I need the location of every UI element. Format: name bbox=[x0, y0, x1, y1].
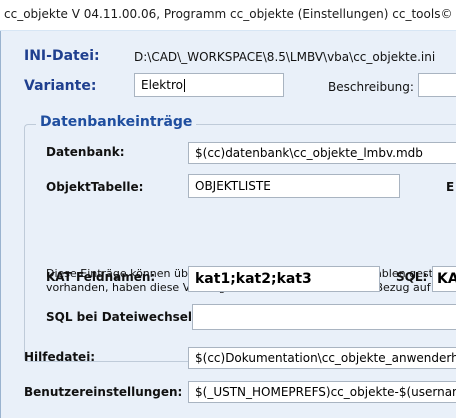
sql-input[interactable]: KA bbox=[432, 266, 456, 292]
ini-file-path: D:\CAD\_WORKSPACE\8.5\LMBV\vba\cc_objekt… bbox=[134, 50, 436, 64]
sql-value: KA bbox=[437, 271, 456, 287]
kat-feldnamen-value: kat1;kat2;kat3 bbox=[195, 271, 312, 287]
variante-label: Variante: bbox=[24, 78, 97, 94]
benutzereinstellungen-input[interactable]: $(_USTN_HOMEPREFS)cc_objekte-$(username bbox=[188, 381, 456, 403]
benutzereinstellungen-label: Benutzereinstellungen: bbox=[24, 385, 183, 399]
kat-feldnamen-label: KAT Feldnamen: bbox=[46, 270, 156, 284]
hilfedatei-input[interactable]: $(cc)Dokumentation\cc_objekte_anwenderha… bbox=[188, 347, 456, 369]
datenbank-input[interactable]: $(cc)datenbank\cc_objekte_lmbv.mdb bbox=[188, 142, 456, 164]
variante-input[interactable]: Elektro bbox=[134, 73, 284, 97]
ini-file-label: INI-Datei: bbox=[24, 48, 100, 64]
sql-label: SQL: bbox=[396, 270, 428, 284]
e-label: E bbox=[446, 180, 455, 194]
objekttabelle-input[interactable]: OBJEKTLISTE bbox=[188, 174, 400, 198]
title-bar[interactable]: cc_objekte V 04.11.00.06, Programm cc_ob… bbox=[0, 0, 456, 31]
sql-dateiwechsel-label: SQL bei Dateiwechsel: bbox=[46, 310, 197, 324]
hilfedatei-value: $(cc)Dokumentation\cc_objekte_anwenderha… bbox=[195, 351, 456, 365]
kat-feldnamen-input[interactable]: kat1;kat2;kat3 bbox=[188, 266, 380, 292]
datenbank-group-title: Datenbankeinträge bbox=[36, 114, 197, 130]
datenbank-label: Datenbank: bbox=[46, 145, 125, 159]
objekttabelle-label: ObjektTabelle: bbox=[46, 180, 144, 194]
sql-dateiwechsel-input[interactable] bbox=[192, 304, 456, 330]
beschreibung-input[interactable] bbox=[418, 73, 456, 97]
window-title: cc_objekte V 04.11.00.06, Programm cc_ob… bbox=[4, 7, 453, 21]
text-caret bbox=[183, 78, 185, 92]
benutzereinstellungen-value: $(_USTN_HOMEPREFS)cc_objekte-$(username bbox=[195, 385, 456, 399]
beschreibung-label: Beschreibung: bbox=[328, 80, 414, 94]
datenbank-value: $(cc)datenbank\cc_objekte_lmbv.mdb bbox=[195, 146, 423, 160]
variante-value: Elektro bbox=[141, 78, 183, 92]
hilfedatei-label: Hilfedatei: bbox=[24, 350, 96, 364]
objekttabelle-value: OBJEKTLISTE bbox=[195, 179, 271, 193]
